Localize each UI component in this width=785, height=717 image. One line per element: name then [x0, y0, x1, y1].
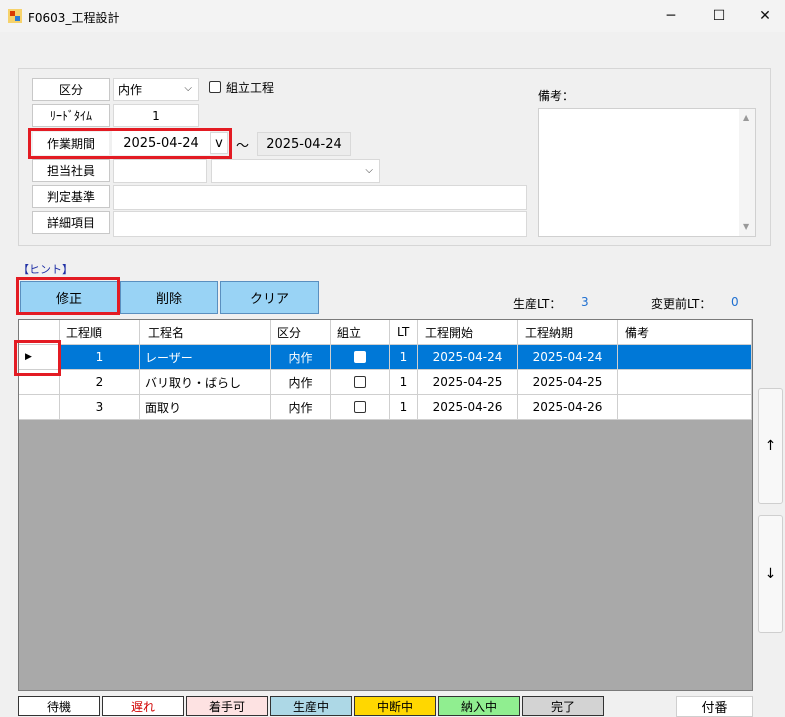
- cell-kubun[interactable]: 内作: [271, 395, 331, 420]
- cell-note[interactable]: [618, 345, 752, 370]
- cell-lt[interactable]: 1: [390, 370, 418, 395]
- assembly-checkbox[interactable]: [354, 401, 366, 413]
- cell-name[interactable]: レーザー: [140, 345, 271, 370]
- cell-assembly[interactable]: [331, 370, 390, 395]
- period-end-date[interactable]: 2025-04-24: [257, 132, 351, 156]
- cell-kubun[interactable]: 内作: [271, 370, 331, 395]
- prod-lt-value: 3: [581, 295, 589, 309]
- header-due[interactable]: 工程納期: [518, 320, 618, 345]
- staff-label: 担当社員: [32, 159, 110, 182]
- cell-start[interactable]: 2025-04-26: [418, 395, 518, 420]
- app-icon: [8, 9, 22, 23]
- cell-start[interactable]: 2025-04-25: [418, 370, 518, 395]
- prod-lt-label: 生産LT：: [513, 297, 562, 311]
- scroll-down-arrow-icon[interactable]: ▼: [743, 222, 749, 231]
- before-lt-value: 0: [731, 295, 739, 309]
- cell-due[interactable]: 2025-04-26: [518, 395, 618, 420]
- status-legend-item: 納入中: [438, 696, 520, 716]
- close-button[interactable]: ✕: [742, 0, 785, 32]
- criteria-label: 判定基準: [32, 185, 110, 208]
- assembly-checkbox[interactable]: [354, 351, 366, 363]
- remarks-scrollbar[interactable]: ▲ ▼: [739, 109, 755, 236]
- kubun-label: 区分: [32, 78, 110, 101]
- row-header-2[interactable]: [19, 395, 60, 420]
- kumitate-label: 組立工程: [226, 81, 275, 95]
- cell-order[interactable]: 1: [60, 345, 140, 370]
- header-kubun[interactable]: 区分: [271, 320, 331, 345]
- process-grid[interactable]: 工程順 工程名 区分 組立 LT 工程開始 工程納期 備考 ▶ 1 レーザー 内…: [18, 319, 753, 691]
- kubun-value: 内作: [118, 83, 143, 97]
- status-legend-item: 中断中: [354, 696, 436, 716]
- cell-note[interactable]: [618, 370, 752, 395]
- period-date-dropdown[interactable]: v: [210, 132, 228, 154]
- header-note[interactable]: 備考: [618, 320, 752, 345]
- status-legend-item: 生産中: [270, 696, 352, 716]
- detail-label: 詳細項目: [32, 211, 110, 234]
- remarks-label: 備考：: [538, 89, 575, 103]
- header-order[interactable]: 工程順: [60, 320, 140, 345]
- status-legend-item: 着手可: [186, 696, 268, 716]
- staff-name-select[interactable]: ⌵: [211, 159, 380, 183]
- criteria-input[interactable]: [113, 185, 527, 210]
- cell-kubun[interactable]: 内作: [271, 345, 331, 370]
- title-bar: F0603_工程設計 ─ ☐ ✕: [0, 0, 785, 32]
- kubun-select[interactable]: 内作 ⌵: [113, 78, 199, 101]
- period-start-date[interactable]: 2025-04-24: [112, 131, 210, 155]
- remarks-textarea[interactable]: ▲ ▼: [538, 108, 756, 237]
- chevron-down-icon: ⌵: [365, 165, 373, 176]
- cell-due[interactable]: 2025-04-24: [518, 345, 618, 370]
- header-lt[interactable]: LT: [390, 320, 418, 345]
- scroll-up-arrow-icon[interactable]: ▲: [743, 113, 749, 122]
- header-assembly[interactable]: 組立: [331, 320, 390, 345]
- window-title: F0603_工程設計: [28, 11, 120, 25]
- status-legend-item: 完了: [522, 696, 604, 716]
- cell-name[interactable]: バリ取り・ばらし: [140, 370, 271, 395]
- clear-button[interactable]: クリア: [220, 281, 319, 314]
- before-lt-label: 変更前LT：: [651, 297, 712, 311]
- header-start[interactable]: 工程開始: [418, 320, 518, 345]
- minimize-button[interactable]: ─: [648, 0, 694, 32]
- period-separator: ～: [236, 139, 250, 154]
- cell-lt[interactable]: 1: [390, 345, 418, 370]
- cell-assembly[interactable]: [331, 345, 390, 370]
- cell-order[interactable]: 3: [60, 395, 140, 420]
- cell-order[interactable]: 2: [60, 370, 140, 395]
- row-header-highlight: [14, 340, 61, 376]
- leadtime-input[interactable]: 1: [113, 104, 199, 127]
- period-label: 作業期間: [33, 132, 109, 155]
- leadtime-label: ﾘｰﾄﾞﾀｲﾑ: [32, 104, 110, 127]
- chevron-down-icon: ⌵: [184, 83, 192, 94]
- cell-note[interactable]: [618, 395, 752, 420]
- detail-input[interactable]: [113, 211, 527, 237]
- status-legend-item: 待機: [18, 696, 100, 716]
- cell-name[interactable]: 面取り: [140, 395, 271, 420]
- cell-due[interactable]: 2025-04-25: [518, 370, 618, 395]
- cell-lt[interactable]: 1: [390, 395, 418, 420]
- kumitate-checkbox[interactable]: [209, 81, 221, 93]
- cell-start[interactable]: 2025-04-24: [418, 345, 518, 370]
- hint-label: 【ヒント】: [18, 263, 73, 276]
- move-up-button[interactable]: ↑: [758, 388, 783, 504]
- fuban-button[interactable]: 付番: [676, 696, 753, 717]
- cell-assembly[interactable]: [331, 395, 390, 420]
- edit-button-highlight: [16, 277, 120, 315]
- move-down-button[interactable]: ↓: [758, 515, 783, 633]
- header-name[interactable]: 工程名: [140, 320, 271, 345]
- staff-code-input[interactable]: [113, 159, 207, 183]
- maximize-button[interactable]: ☐: [696, 0, 742, 32]
- delete-button[interactable]: 削除: [120, 281, 218, 314]
- assembly-checkbox[interactable]: [354, 376, 366, 388]
- status-legend-item: 遅れ: [102, 696, 184, 716]
